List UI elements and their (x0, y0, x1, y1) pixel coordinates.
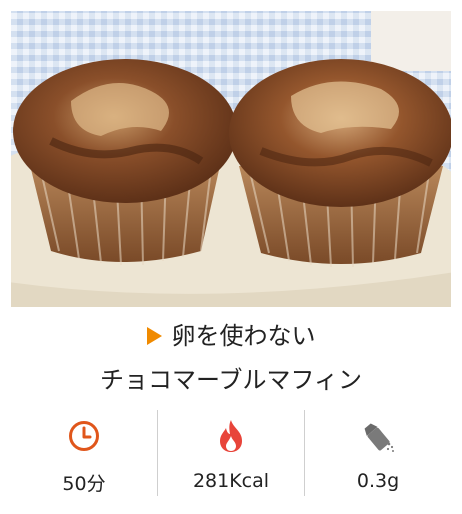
stat-salt: 0.3g (305, 410, 451, 496)
clock-icon (66, 418, 102, 453)
salt-shaker-icon (360, 418, 396, 454)
recipe-stats: 50分 281Kcal 0.3g (11, 410, 451, 496)
recipe-title-text-1: 卵を使わない (171, 322, 316, 350)
stat-calories: 281Kcal (158, 410, 304, 496)
calories-value: 281Kcal (192, 470, 270, 492)
play-triangle-icon (146, 327, 162, 345)
recipe-photo (11, 11, 451, 307)
time-value: 50分 (62, 473, 106, 495)
recipe-title-line2: チョコマーブルマフィン (99, 366, 363, 394)
stat-time: 50分 (11, 410, 157, 496)
recipe-card[interactable]: 卵を使わない チョコマーブルマフィン 50分 281Kcal 0.3g (0, 0, 462, 514)
recipe-title-line1: 卵を使わない (0, 318, 462, 354)
recipe-title[interactable]: 卵を使わない チョコマーブルマフィン (0, 318, 462, 398)
salt-value: 0.3g (356, 470, 400, 492)
flame-icon (213, 418, 249, 454)
